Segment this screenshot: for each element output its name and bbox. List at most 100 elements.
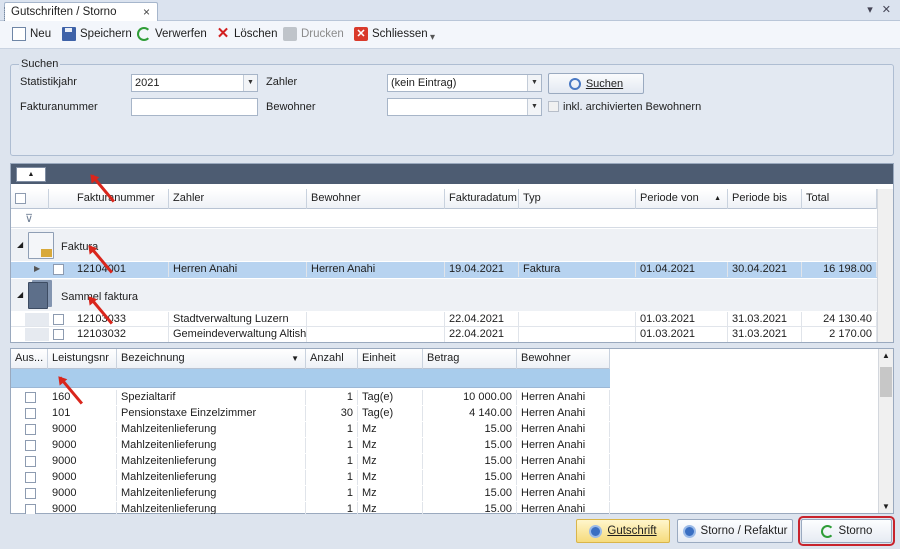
cell-resident: Herren Anahi: [517, 422, 610, 437]
table-row[interactable]: 9000 Mahlzeitenlieferung 1 Mz 15.00 Herren An…: [11, 454, 610, 469]
col-unit[interactable]: Einheit: [358, 349, 423, 369]
cell-service-number: 9000: [48, 438, 117, 453]
table-row[interactable]: ▶ 12104001 Herren Anahi Herren Anahi 19.…: [11, 262, 877, 278]
archived-residents-checkbox[interactable]: [548, 101, 559, 112]
print-icon: [283, 27, 297, 41]
cell-amount: 15.00: [423, 486, 517, 501]
cell-resident: Herren Anahi: [517, 406, 610, 421]
invoice-grid-scrollbar[interactable]: [877, 189, 893, 342]
table-row[interactable]: 12103032 Gemeindeverwaltung Altish... 22…: [11, 327, 877, 342]
col-amount[interactable]: Betrag: [423, 349, 517, 369]
cell-quantity: 1: [306, 422, 358, 437]
toolbar: [0, 21, 900, 49]
col-selected[interactable]: Aus...: [11, 349, 48, 369]
scroll-thumb[interactable]: [880, 367, 892, 397]
chevron-down-icon[interactable]: ▼: [527, 75, 541, 91]
year-select[interactable]: 2021 ▼: [131, 74, 258, 92]
search-button[interactable]: Suchen: [548, 73, 644, 94]
row-checkbox[interactable]: [25, 392, 36, 403]
new-button[interactable]: Neu: [12, 27, 51, 41]
col-invoice-number[interactable]: Fakturanummer: [73, 189, 169, 209]
table-row[interactable]: 9000 Mahlzeitenlieferung 1 Mz 15.00 Herren An…: [11, 438, 610, 453]
table-row[interactable]: 9000 Mahlzeitenlieferung 1 Mz 15.00 Herren An…: [11, 486, 610, 501]
toolbar-overflow-icon[interactable]: ▾: [430, 32, 435, 43]
row-checkbox[interactable]: [53, 314, 64, 325]
col-total[interactable]: Total: [802, 189, 877, 209]
filter-row[interactable]: ⊽: [11, 209, 877, 228]
cell-date: 22.04.2021: [445, 312, 519, 327]
chevron-down-icon[interactable]: ▼: [527, 99, 541, 115]
row-checkbox[interactable]: [53, 329, 64, 340]
discard-button[interactable]: Verwerfen: [137, 27, 207, 41]
group-expand-icon[interactable]: ◢: [17, 290, 23, 299]
cell-unit: Mz: [358, 470, 423, 485]
save-icon: [62, 27, 76, 41]
save-button[interactable]: Speichern: [62, 27, 132, 41]
table-row[interactable]: 160 Spezialtarif 1 Tag(e) 10 000.00 Herren An…: [11, 390, 610, 405]
delete-button[interactable]: ✕ Löschen: [216, 26, 278, 41]
scroll-up-icon[interactable]: ▲: [882, 351, 890, 360]
col-period-to[interactable]: Periode bis: [728, 189, 802, 209]
sort-descending-icon: ▼: [291, 354, 299, 363]
group-row-faktura[interactable]: ◢ Faktura: [11, 229, 877, 261]
collapse-groups-icon[interactable]: ▲: [16, 167, 46, 182]
col-period-from[interactable]: Periode von ▲: [636, 189, 728, 209]
col-payer[interactable]: Zahler: [169, 189, 307, 209]
tab-close-icon[interactable]: ×: [143, 5, 150, 19]
print-button[interactable]: Drucken: [283, 27, 344, 41]
col-service-number[interactable]: Leistungsnr: [48, 349, 117, 369]
cell-period-from: 01.04.2021: [636, 262, 728, 277]
group-row-sammel-faktura[interactable]: ◢ Sammel faktura: [11, 279, 877, 311]
tab-gutschriften-storno[interactable]: Gutschriften / Storno ×: [4, 2, 158, 22]
collective-invoice-icon: [28, 282, 48, 309]
cell-date: 19.04.2021: [445, 262, 519, 277]
resident-select[interactable]: ▼: [387, 98, 542, 116]
table-row[interactable]: 9000 Mahlzeitenlieferung 1 Mz 15.00 Herren An…: [11, 470, 610, 485]
group-expand-icon[interactable]: ◢: [17, 240, 23, 249]
cell-invoice-number: 12103033: [73, 312, 169, 327]
scroll-down-icon[interactable]: ▼: [882, 502, 890, 511]
select-all-column: [11, 189, 49, 209]
close-icon: ✕: [354, 27, 368, 41]
cell-resident: Herren Anahi: [517, 454, 610, 469]
row-checkbox[interactable]: [25, 488, 36, 499]
group-panel: [11, 164, 893, 184]
row-checkbox[interactable]: [25, 440, 36, 451]
select-all-checkbox[interactable]: [15, 193, 26, 204]
row-checkbox[interactable]: [25, 456, 36, 467]
row-checkbox[interactable]: [53, 264, 64, 275]
table-row[interactable]: 101 Pensionstaxe Einzelzimmer 30 Tag(e) 4 14…: [11, 406, 610, 421]
cell-resident: Herren Anahi: [517, 502, 610, 514]
row-indicator-icon: ▶: [34, 264, 41, 273]
chevron-down-icon[interactable]: ▼: [243, 75, 257, 91]
storno-button[interactable]: Storno: [798, 516, 895, 546]
storno-reinvoice-button[interactable]: Storno / Refaktur: [677, 519, 793, 543]
table-row[interactable]: 12103033 Stadtverwaltung Luzern 22.04.20…: [11, 312, 877, 327]
col-invoice-date[interactable]: Fakturadatum: [445, 189, 519, 209]
toolbar-grip[interactable]: [4, 7, 7, 21]
invoice-number-input[interactable]: [131, 98, 258, 116]
payer-select[interactable]: (kein Eintrag) ▼: [387, 74, 542, 92]
row-header: [25, 313, 49, 326]
table-row[interactable]: 9000 Mahlzeitenlieferung 1 Mz 15.00 Herren An…: [11, 422, 610, 437]
cell-description: Mahlzeitenlieferung: [117, 454, 306, 469]
row-checkbox[interactable]: [25, 408, 36, 419]
service-grid-scrollbar[interactable]: ▲ ▼: [878, 349, 893, 513]
col-resident[interactable]: Bewohner: [517, 349, 610, 369]
service-filter-row[interactable]: [11, 369, 610, 388]
col-description[interactable]: Bezeichnung ▼: [117, 349, 306, 369]
row-checkbox[interactable]: [25, 472, 36, 483]
tab-menu-icon[interactable]: ▾ ✕: [867, 3, 894, 16]
col-type[interactable]: Typ: [519, 189, 636, 209]
row-checkbox[interactable]: [25, 424, 36, 435]
cell-unit: Tag(e): [358, 406, 423, 421]
tab-title: Gutschriften / Storno: [11, 6, 117, 18]
col-resident[interactable]: Bewohner: [307, 189, 445, 209]
credit-button[interactable]: Gutschrift: [576, 519, 670, 543]
row-checkbox[interactable]: [25, 504, 36, 514]
table-row[interactable]: 9000 Mahlzeitenlieferung 1 Mz 15.00 Herren An…: [11, 502, 610, 514]
close-button[interactable]: ✕ Schliessen: [354, 27, 428, 41]
invoice-grid-header: Fakturanummer Zahler Bewohner Fakturadat…: [11, 189, 877, 209]
gear-icon: [589, 524, 603, 538]
col-quantity[interactable]: Anzahl: [306, 349, 358, 369]
